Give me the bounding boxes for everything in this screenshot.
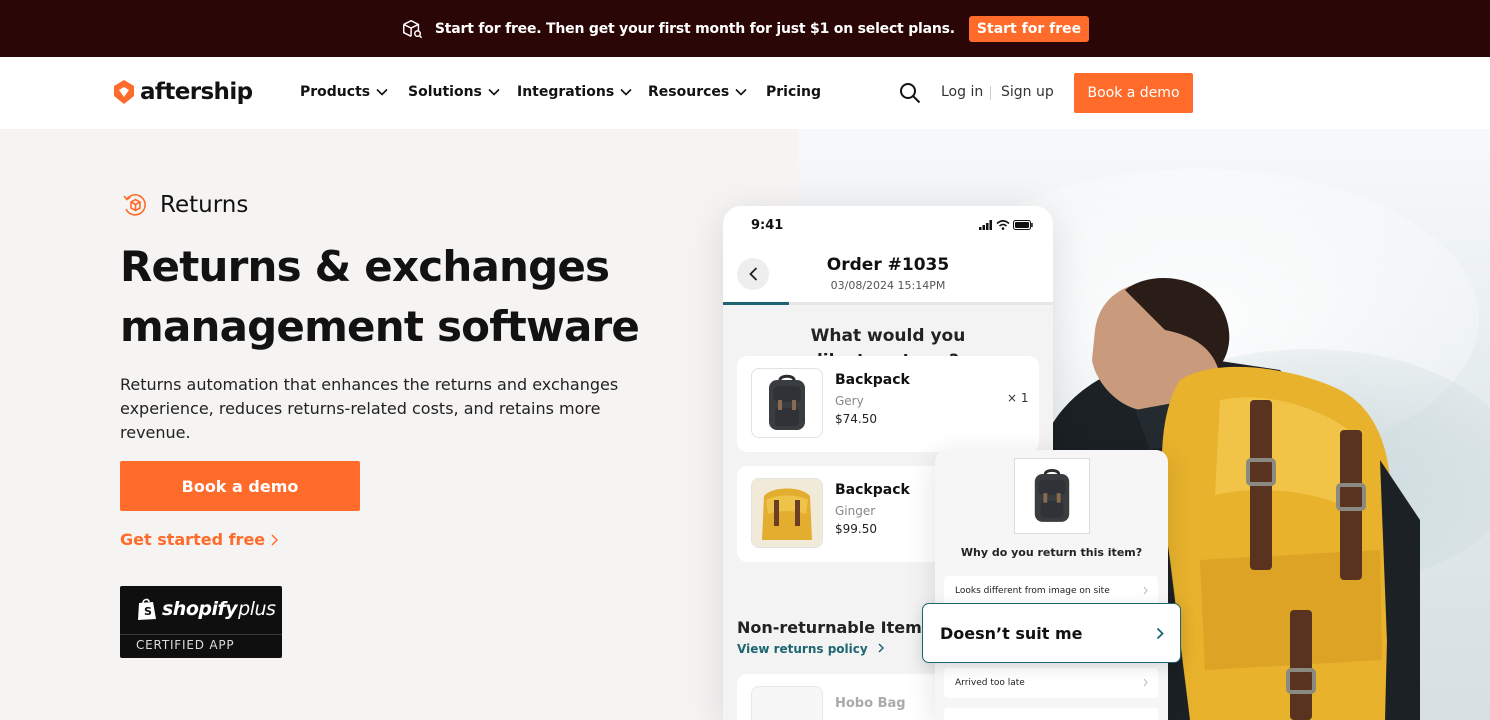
return-reason-panel: Why do you return this item? Looks diffe… [935,450,1168,720]
nav-solutions-label: Solutions [408,84,482,100]
nav-solutions[interactable]: Solutions [408,84,500,100]
status-icons [979,220,1033,230]
selected-reason-label: Doesn’t suit me [940,624,1083,643]
hero-title-line2: management software [120,302,640,351]
status-time: 9:41 [751,218,784,233]
hobo-bag-image [751,686,823,720]
backpack-grey-image [751,368,823,438]
signup-link[interactable]: Sign up [1001,84,1054,100]
nav-integrations[interactable]: Integrations [517,84,632,100]
svg-text:S: S [144,605,152,618]
signal-icon [979,220,992,230]
get-started-link[interactable]: Get started free [120,530,279,549]
order-date: 03/08/2024 15:14PM [830,279,946,292]
main-nav: aftership Products Solutions Integration… [0,57,1490,129]
reason-option[interactable]: Arrived too late [944,668,1158,698]
backpack-grey-illustration [1034,468,1070,522]
nav-pricing[interactable]: Pricing [766,84,821,100]
reason-option-label: Arrived too late [955,678,1025,688]
logo-wordmark: aftership [140,79,253,105]
reason-option[interactable] [944,708,1158,720]
return-question-line1: What would you [810,326,966,346]
shopify-plus-logo: S shopify plus [136,597,276,621]
backpack-ginger-image [751,478,823,548]
hero-title-line1: Returns & exchanges [120,242,610,291]
chevron-down-icon [735,88,747,96]
promo-bar: Start for free. Then get your first mont… [0,0,1490,57]
product-tag-label: Returns [160,192,249,218]
item-color: Ginger [835,504,876,518]
shopify-wordmark: shopify [162,598,238,620]
battery-icon [1013,220,1033,230]
get-started-label: Get started free [120,530,266,549]
nav-products[interactable]: Products [300,84,388,100]
item-color: Gery [835,394,864,408]
reason-question: Why do you return this item? [960,546,1143,559]
hero-description: Returns automation that enhances the ret… [120,375,619,442]
item-name: Backpack [835,372,910,388]
view-policy-link[interactable]: View returns policy [737,642,884,656]
shopify-bag-icon: S [138,598,156,620]
chevron-right-icon [271,533,279,546]
badge-divider [120,634,282,635]
non-returnable-title: Non-returnable Items [737,618,932,637]
order-header: Order #1035 03/08/2024 15:14PM [723,244,1053,305]
box-search-icon [402,19,423,38]
nav-resources-label: Resources [648,84,730,100]
backpack-ginger-illustration [752,479,822,547]
login-link[interactable]: Log in [941,84,983,100]
nav-products-label: Products [300,84,371,100]
nav-pricing-label: Pricing [766,84,822,100]
aftership-logo-icon [114,80,134,104]
item-quantity: × 1 [1007,391,1029,405]
promo-start-button[interactable]: Start for free [968,15,1090,42]
item-price: $74.50 [835,412,877,426]
search-icon[interactable] [899,82,921,104]
chevron-down-icon [376,88,388,96]
plus-wordmark: plus [238,598,276,620]
progress-indicator [723,302,789,305]
nav-book-demo-button[interactable]: Book a demo [1074,73,1193,113]
selected-reason-option[interactable]: Doesn’t suit me [922,603,1181,663]
chevron-down-icon [620,88,632,96]
nav-integrations-label: Integrations [517,84,615,100]
hero-book-demo-button[interactable]: Book a demo [120,461,360,511]
order-item-card[interactable]: Backpack Gery $74.50 × 1 [737,356,1039,452]
chevron-right-icon [1143,586,1148,595]
product-tag: Returns [120,190,248,220]
aftership-logo[interactable]: aftership [112,79,253,105]
view-policy-label: View returns policy [737,642,868,656]
reason-option[interactable]: Looks different from image on site [944,576,1158,606]
nav-resources[interactable]: Resources [648,84,747,100]
chevron-right-icon [1156,627,1164,640]
order-number: Order #1035 [826,255,950,275]
chevron-right-icon [878,643,884,653]
reason-option-label: Looks different from image on site [955,586,1110,596]
item-name: Hobo Bag [835,696,906,711]
backpack-grey-illustration [769,374,805,430]
chevron-down-icon [488,88,500,96]
item-name: Backpack [835,482,910,498]
chevron-right-icon [1143,678,1148,687]
selected-item-image [1014,458,1090,534]
wifi-icon [996,220,1010,230]
certified-app-label: CERTIFIED APP [136,638,235,652]
returns-box-icon [123,194,146,216]
promo-text: Start for free. Then get your first mont… [434,20,955,37]
hero-title: Returns & exchanges management software [120,237,720,357]
nav-divider [990,86,991,100]
shopify-plus-badge[interactable]: S shopify plus CERTIFIED APP [120,586,282,658]
item-price: $99.50 [835,522,877,536]
